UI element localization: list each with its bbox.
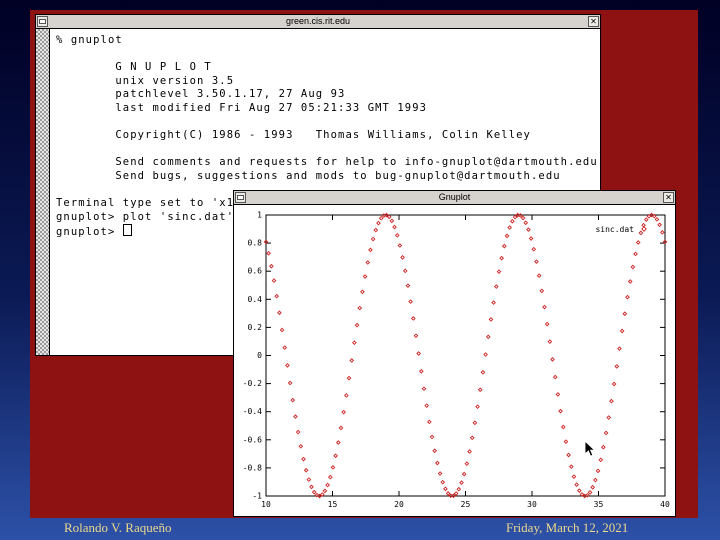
footer-date: Friday, March 12, 2021: [506, 520, 629, 535]
plot-canvas: 10.80.60.40.20-0.2-0.4-0.6-0.8-110 15 20 25…: [243, 211, 670, 510]
mouse-cursor: [584, 440, 596, 457]
window-menu-icon[interactable]: [235, 192, 246, 203]
svg-text:0.4: 0.4: [248, 295, 263, 304]
svg-text:-0.2: -0.2: [243, 379, 262, 388]
svg-text:1: 1: [257, 211, 262, 220]
terminal-line: Send bugs, suggestions and mods to bug-g…: [56, 169, 561, 182]
window-menu-icon[interactable]: [37, 16, 48, 27]
plot-title: Gnuplot: [438, 192, 471, 202]
svg-text:0.2: 0.2: [248, 323, 263, 332]
terminal-line: last modified Fri Aug 27 05:21:33 GMT 19…: [56, 101, 428, 114]
svg-text:-0.4: -0.4: [243, 407, 262, 416]
terminal-line: Copyright(C) 1986 - 1993 Thomas Williams…: [56, 129, 531, 142]
terminal-titlebar[interactable]: green.cis.rit.edu ✕: [36, 15, 600, 29]
svg-text:sinc.dat: sinc.dat: [595, 225, 634, 234]
window-menu-glyph: [237, 195, 244, 200]
svg-text:-0.8: -0.8: [243, 463, 262, 472]
terminal-line: % gnuplot: [56, 34, 123, 46]
footer-author: Rolando V. Raqueño: [64, 520, 172, 535]
svg-text:0.6: 0.6: [248, 267, 263, 276]
terminal-scrollbar[interactable]: [36, 29, 50, 355]
plot-titlebar[interactable]: Gnuplot ✕: [234, 191, 675, 205]
svg-text:30: 30: [527, 500, 537, 509]
svg-text:15: 15: [328, 500, 338, 509]
terminal-line: Send comments and requests for help to i…: [56, 156, 598, 169]
svg-text:25: 25: [461, 500, 471, 509]
plot-body: 1 0.8 0.6 0.4 0.2 0 -0.2 -0.4 -0.6 -0.8 -1 10 15 20 25…: [234, 205, 675, 516]
terminal-line: unix version 3.5: [56, 74, 235, 87]
terminal-line: patchlevel 3.50.1.17, 27 Aug 93: [56, 88, 346, 101]
svg-text:20: 20: [394, 500, 404, 509]
plot-window: Gnuplot ✕ 1 0.8 0.6 0.4 0.2 0 -0.2 -0.4 -0.6 -0.8…: [233, 190, 676, 517]
svg-text:-0.6: -0.6: [243, 435, 262, 444]
terminal-line: G N U P L O T: [56, 61, 212, 74]
svg-text:0.8: 0.8: [248, 239, 263, 248]
close-icon[interactable]: ✕: [663, 192, 674, 203]
svg-text:40: 40: [660, 500, 670, 509]
slide: green.cis.rit.edu ✕ % gnuplot G N U P L …: [0, 0, 720, 540]
terminal-title: green.cis.rit.edu: [285, 16, 351, 26]
terminal-cursor: [122, 224, 132, 237]
window-menu-glyph: [39, 19, 46, 24]
svg-text:35: 35: [594, 500, 604, 509]
svg-text:0: 0: [257, 351, 262, 360]
close-icon[interactable]: ✕: [588, 16, 599, 27]
svg-text:10: 10: [261, 500, 271, 509]
